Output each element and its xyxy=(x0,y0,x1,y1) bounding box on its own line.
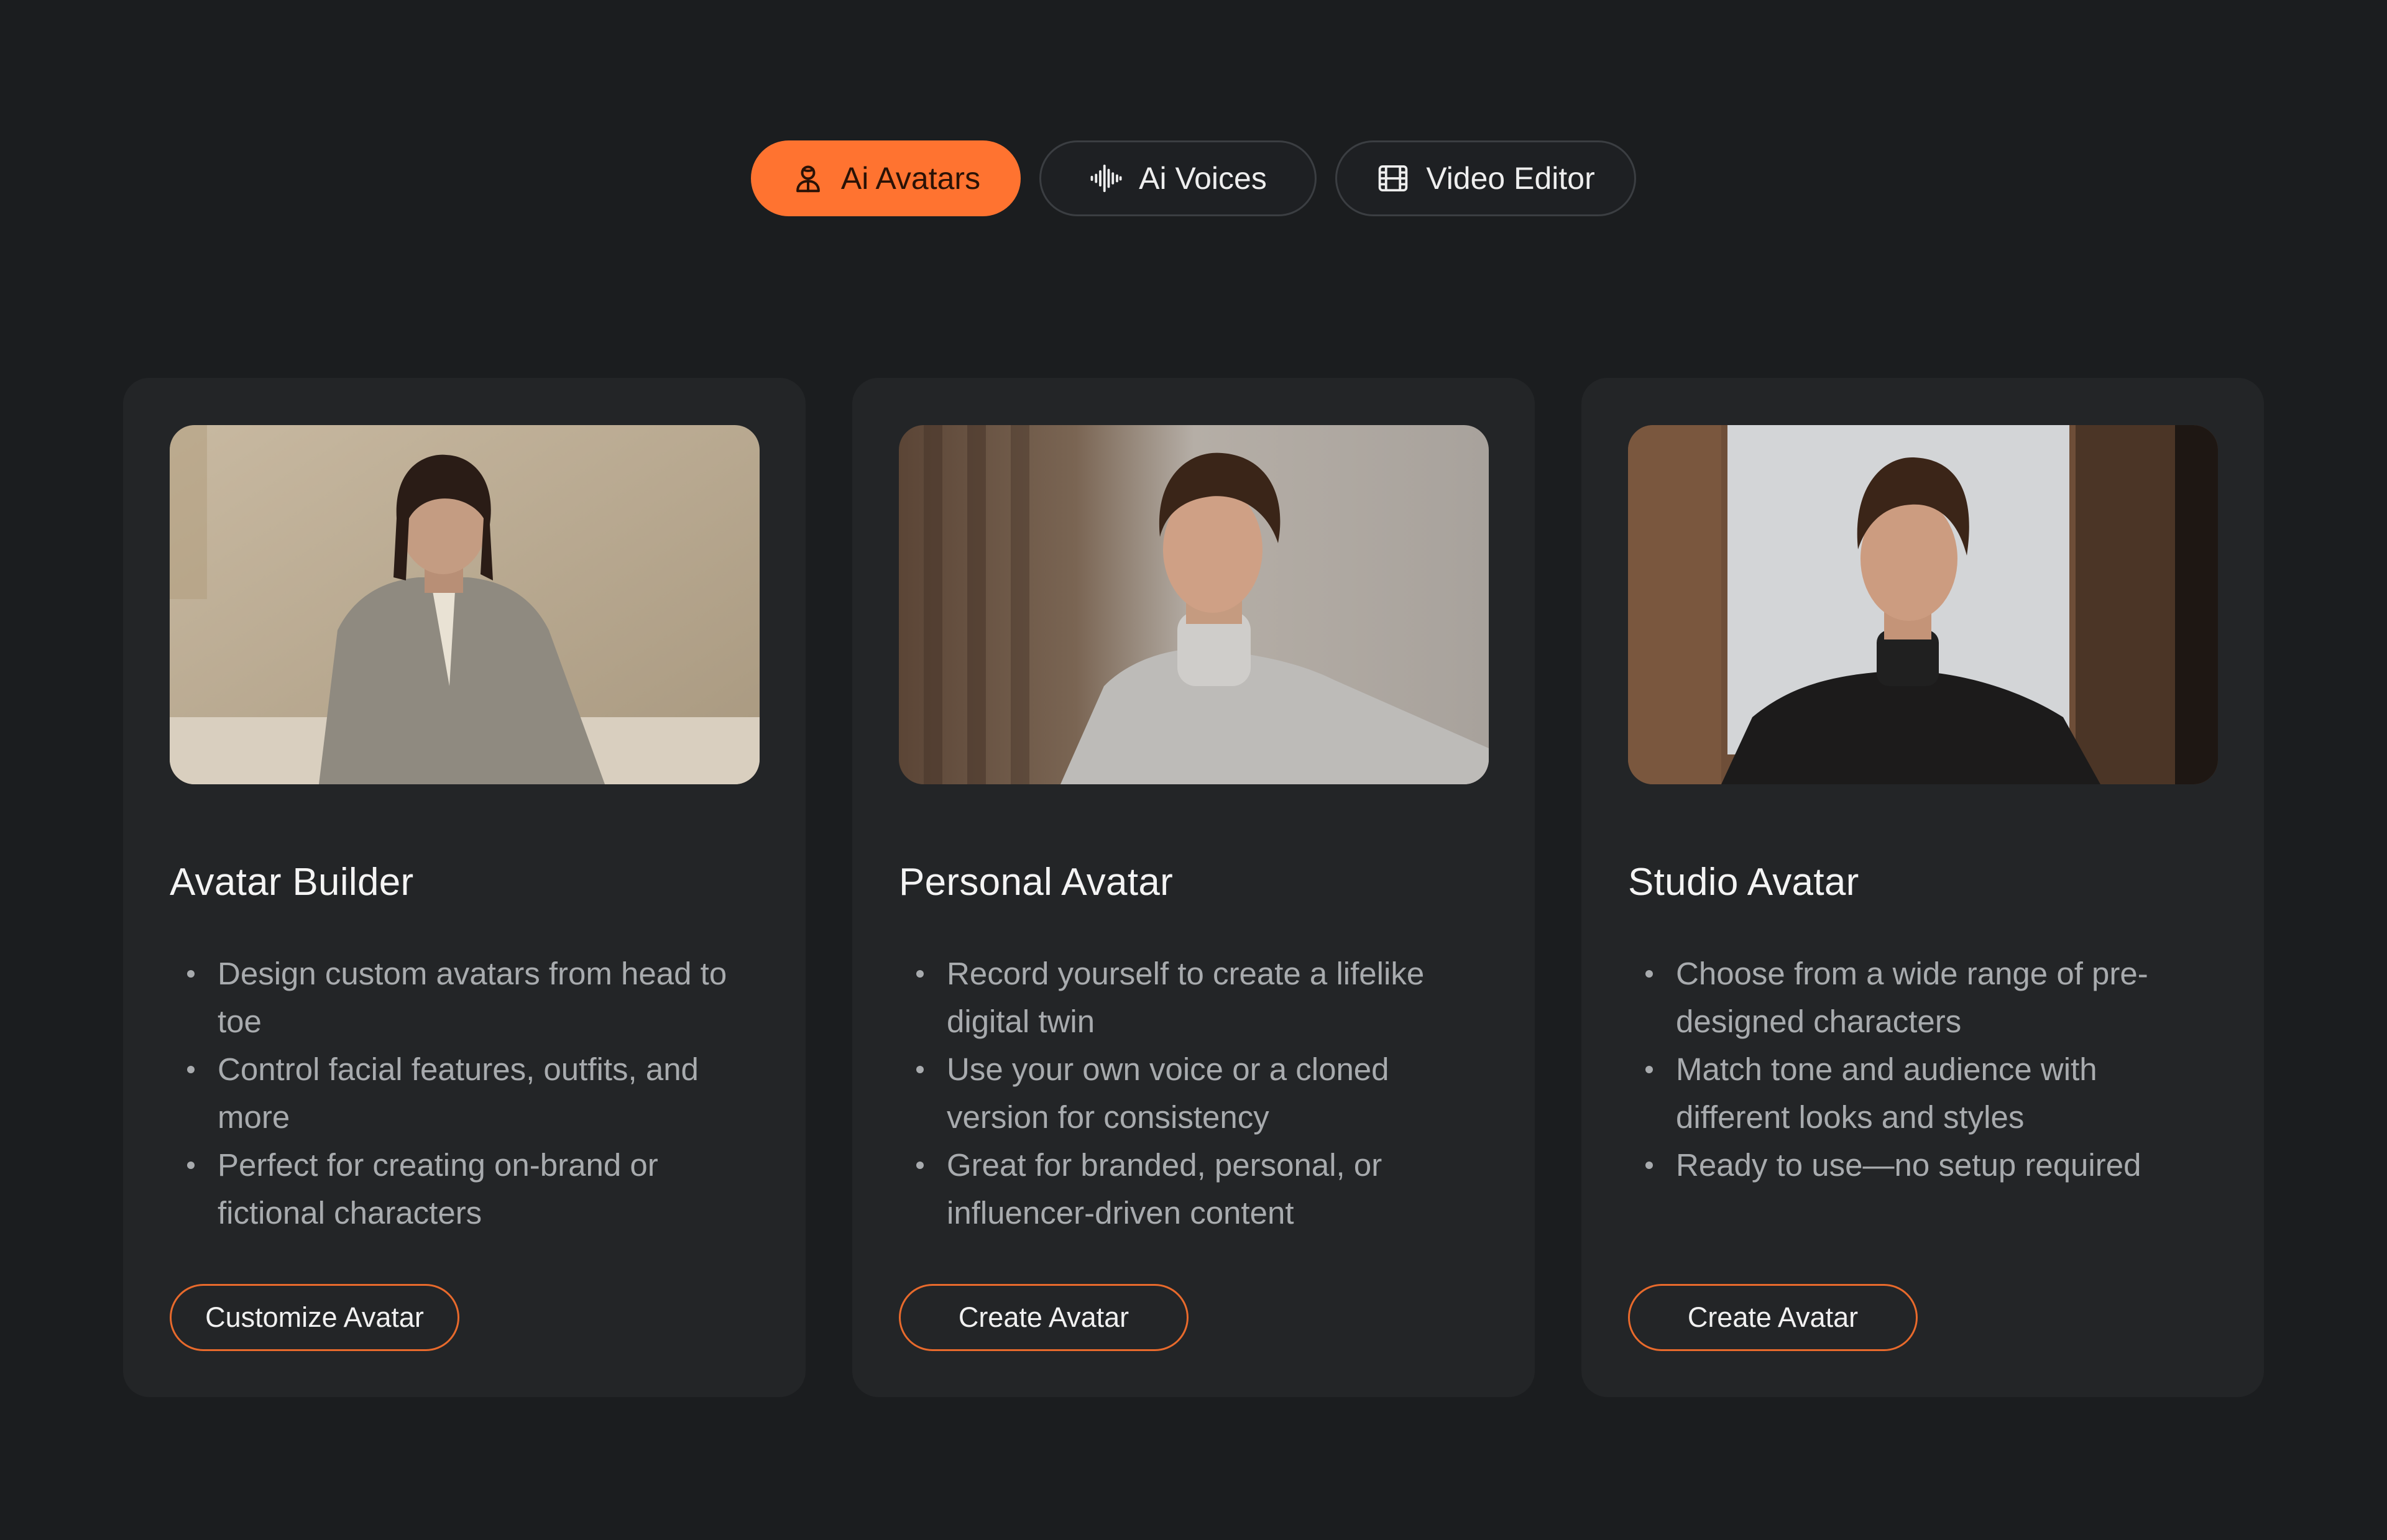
list-item: Ready to use—no setup required xyxy=(1628,1141,2206,1189)
list-item: Match tone and audience with different l… xyxy=(1628,1045,2206,1141)
personal-avatar-photo xyxy=(899,425,1489,784)
card-personal-avatar: Personal Avatar Record yourself to creat… xyxy=(852,378,1535,1397)
avatar-icon xyxy=(791,162,825,195)
film-icon xyxy=(1376,162,1410,195)
avatar-cards: Avatar Builder Design custom avatars fro… xyxy=(123,378,2264,1397)
feature-list: Design custom avatars from head to toe C… xyxy=(170,950,748,1237)
card-title: Personal Avatar xyxy=(899,861,1174,904)
card-title: Avatar Builder xyxy=(170,861,414,904)
tab-ai-avatars[interactable]: Ai Avatars xyxy=(751,140,1021,216)
feature-list: Choose from a wide range of pre-designed… xyxy=(1628,950,2206,1189)
create-avatar-button[interactable]: Create Avatar xyxy=(899,1284,1189,1351)
card-title: Studio Avatar xyxy=(1628,861,1859,904)
list-item: Great for branded, personal, or influenc… xyxy=(899,1141,1477,1237)
tab-label: Video Editor xyxy=(1426,161,1595,196)
tab-label: Ai Avatars xyxy=(840,161,981,196)
tab-label: Ai Voices xyxy=(1139,161,1267,196)
list-item: Perfect for creating on-brand or fiction… xyxy=(170,1141,748,1237)
waveform-icon xyxy=(1089,162,1123,195)
list-item: Use your own voice or a cloned version f… xyxy=(899,1045,1477,1141)
customize-avatar-button[interactable]: Customize Avatar xyxy=(170,1284,459,1351)
card-avatar-builder: Avatar Builder Design custom avatars fro… xyxy=(123,378,806,1397)
list-item: Choose from a wide range of pre-designed… xyxy=(1628,950,2206,1045)
create-avatar-button[interactable]: Create Avatar xyxy=(1628,1284,1918,1351)
card-studio-avatar: Studio Avatar Choose from a wide range o… xyxy=(1581,378,2264,1397)
feature-tabs: Ai Avatars Ai Voices Video Editor xyxy=(0,140,2387,216)
tab-ai-voices[interactable]: Ai Voices xyxy=(1039,140,1317,216)
list-item: Control facial features, outfits, and mo… xyxy=(170,1045,748,1141)
avatar-builder-photo xyxy=(170,425,760,784)
list-item: Design custom avatars from head to toe xyxy=(170,950,748,1045)
studio-avatar-photo xyxy=(1628,425,2218,784)
list-item: Record yourself to create a lifelike dig… xyxy=(899,950,1477,1045)
feature-list: Record yourself to create a lifelike dig… xyxy=(899,950,1477,1237)
tab-video-editor[interactable]: Video Editor xyxy=(1335,140,1636,216)
